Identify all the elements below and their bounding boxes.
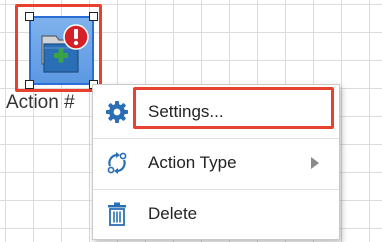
action-type-icon	[107, 152, 127, 174]
menu-item-delete[interactable]: Delete	[93, 189, 339, 237]
chevron-right-icon	[311, 157, 319, 169]
menu-item-action-type[interactable]: Action Type	[93, 138, 339, 186]
context-menu: Settings... Action Type Delete	[92, 84, 340, 240]
trash-icon	[108, 202, 126, 226]
folder-plus-alert-icon	[41, 24, 89, 73]
resize-handle-top-left[interactable]	[25, 12, 34, 21]
gear-icon	[106, 101, 128, 123]
resize-handle-top-right[interactable]	[89, 12, 98, 21]
menu-item-label: Action Type	[148, 153, 237, 172]
node-label: Action #	[6, 92, 75, 113]
menu-item-label: Delete	[148, 204, 198, 223]
menu-item-settings[interactable]: Settings...	[93, 88, 339, 136]
resize-handle-bottom-left[interactable]	[25, 80, 34, 89]
menu-item-label: Settings...	[148, 102, 224, 121]
